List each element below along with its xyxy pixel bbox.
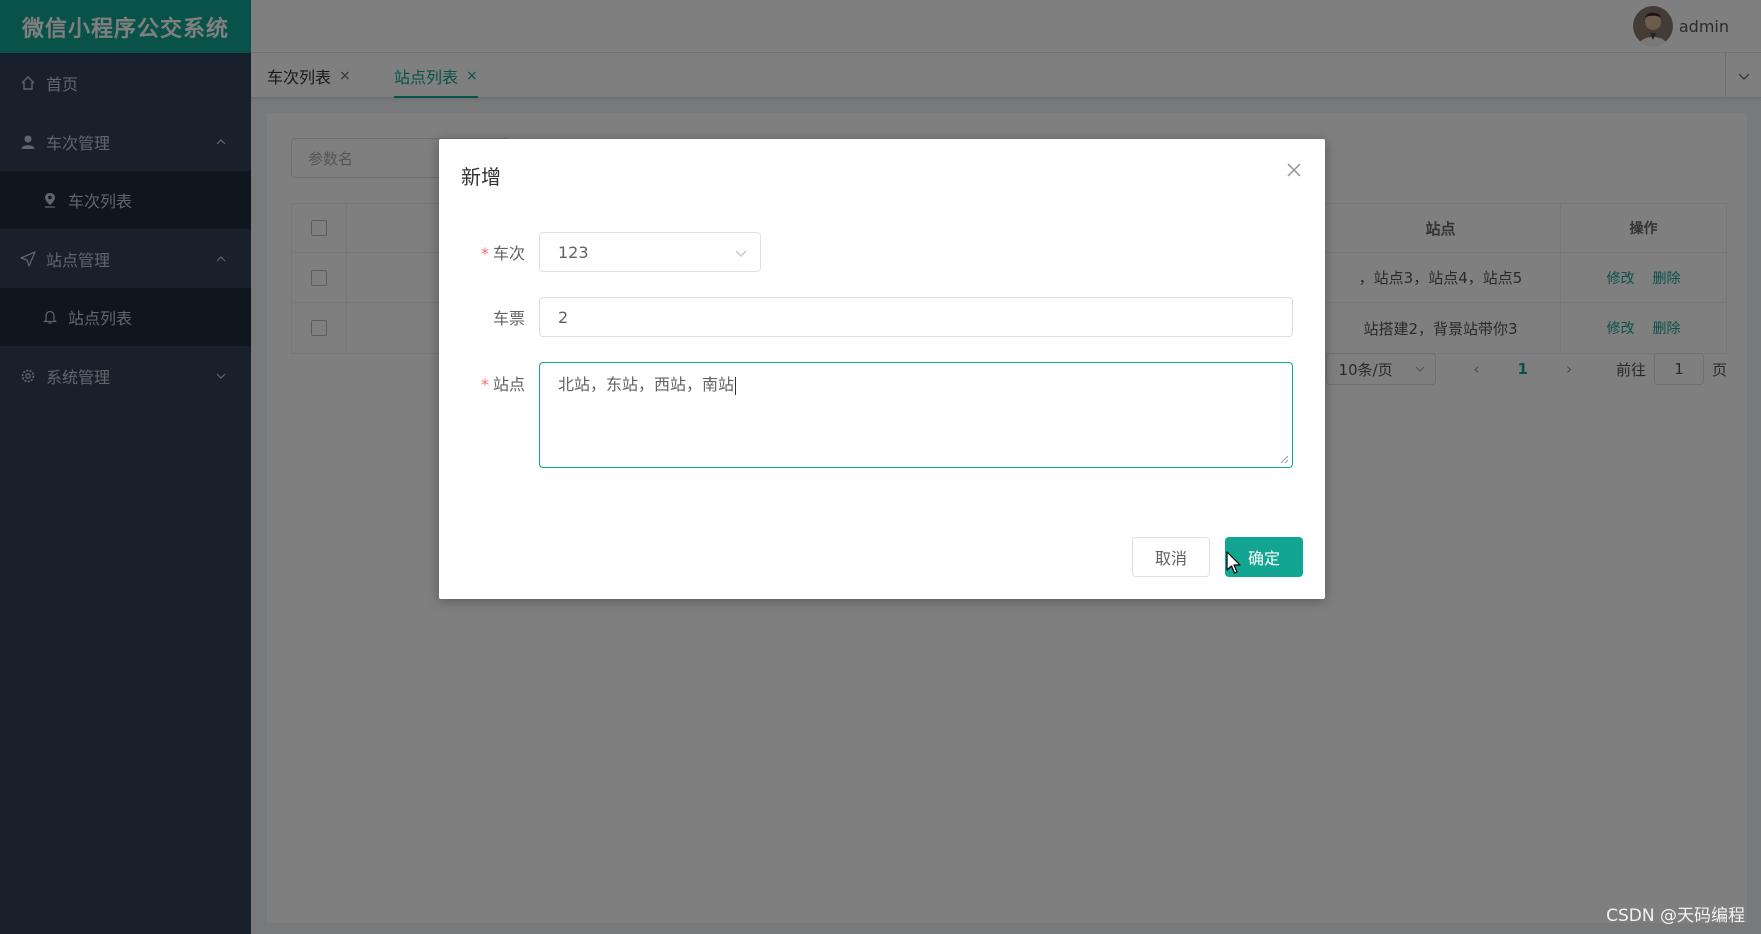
close-icon[interactable] — [1285, 161, 1303, 179]
text-caret — [735, 376, 737, 395]
add-dialog: 新增 * 车次 123 车票 2 * 站点 北站，东站，西站，南站 取消 确定 — [439, 139, 1325, 599]
chevron-down-icon — [735, 250, 747, 257]
route-select[interactable]: 123 — [539, 232, 761, 272]
ticket-input[interactable]: 2 — [539, 297, 1293, 337]
form-row-ticket: 车票 2 — [439, 297, 1293, 337]
watermark: CSDN @天码编程 — [1606, 906, 1745, 926]
mouse-cursor-icon — [1226, 551, 1241, 574]
ticket-label: 车票 — [492, 309, 525, 328]
stations-label: 站点 — [492, 375, 525, 394]
cancel-button[interactable]: 取消 — [1132, 537, 1210, 577]
form-row-stations: * 站点 北站，东站，西站，南站 — [439, 362, 1293, 468]
form-row-route: * 车次 123 — [439, 232, 761, 272]
stations-textarea[interactable]: 北站，东站，西站，南站 — [539, 362, 1293, 468]
route-select-value: 123 — [558, 242, 589, 262]
required-mark: * — [480, 244, 489, 263]
required-mark: * — [480, 375, 489, 394]
route-label: 车次 — [492, 244, 525, 263]
stations-textarea-value: 北站，东站，西站，南站 — [558, 375, 735, 394]
dialog-title: 新增 — [461, 165, 501, 189]
resize-grip-icon[interactable] — [1280, 455, 1289, 464]
